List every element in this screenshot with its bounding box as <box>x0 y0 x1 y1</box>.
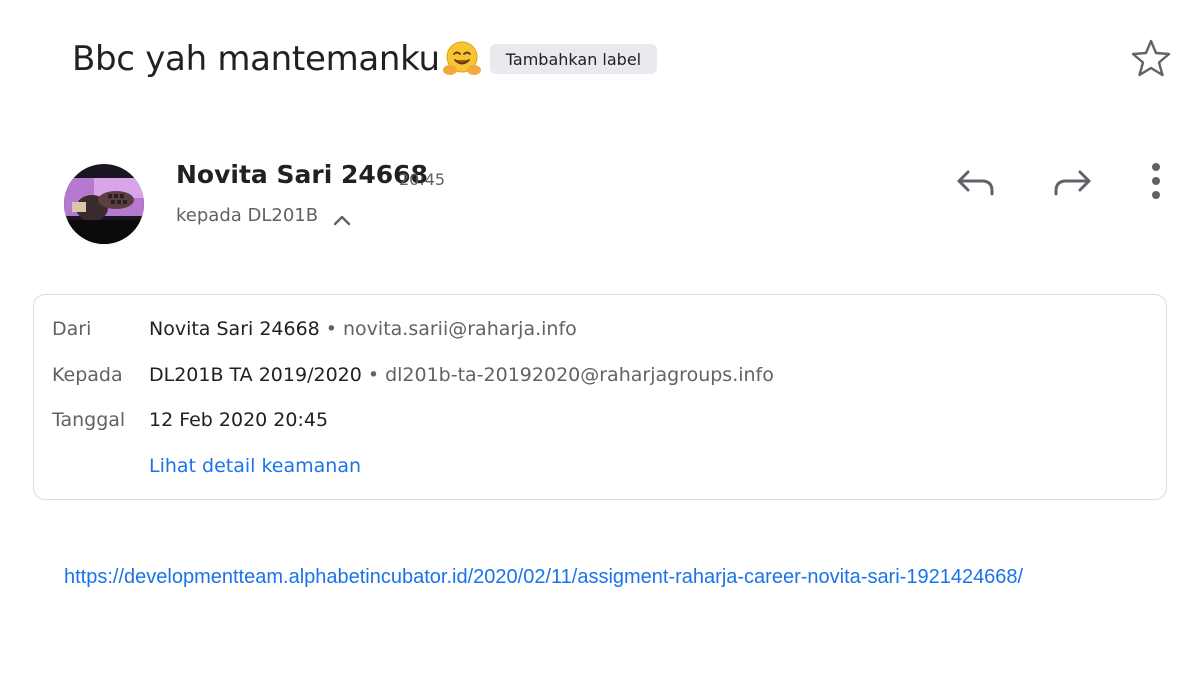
more-vertical-icon[interactable] <box>1140 160 1172 204</box>
hugging-face-icon <box>442 41 481 75</box>
avatar[interactable] <box>64 164 144 244</box>
reply-icon[interactable] <box>954 160 998 204</box>
star-outline-icon[interactable] <box>1130 37 1172 79</box>
to-label: Kepada <box>52 364 123 386</box>
from-email[interactable]: novita.sarii@raharja.info <box>343 318 577 340</box>
recipient-summary[interactable]: kepada DL201B <box>176 205 318 226</box>
from-name: Novita Sari 24668 <box>149 318 320 340</box>
add-label-button[interactable]: Tambahkan label <box>489 44 658 74</box>
email-subject: Bbc yah mantemanku <box>72 39 440 79</box>
sent-time: 20:45 <box>399 170 446 189</box>
chevron-up-icon[interactable] <box>330 208 354 232</box>
body-link[interactable]: https://developmentteam.alphabetincubato… <box>64 566 1023 589</box>
date-value: 12 Feb 2020 20:45 <box>149 409 329 431</box>
subject-row: Bbc yah mantemanku Tambahkan label <box>72 34 658 84</box>
to-value: DL201B TA 2019/2020 • dl201b-ta-20192020@r… <box>149 364 774 386</box>
to-email[interactable]: dl201b-ta-20192020@raharjagroups.info <box>385 364 774 386</box>
security-details-link[interactable]: Lihat detail keamanan <box>149 455 361 477</box>
from-value: Novita Sari 24668 • novita.sarii@raharja.i… <box>149 318 577 340</box>
forward-icon[interactable] <box>1050 160 1094 204</box>
date-label: Tanggal <box>52 409 126 431</box>
to-name: DL201B TA 2019/2020 <box>149 364 362 386</box>
from-label: Dari <box>52 318 92 340</box>
sender-name: Novita Sari 24668 <box>176 160 428 189</box>
separator: • <box>367 364 380 386</box>
profile-photo-icon <box>64 164 144 244</box>
separator: • <box>325 318 337 340</box>
